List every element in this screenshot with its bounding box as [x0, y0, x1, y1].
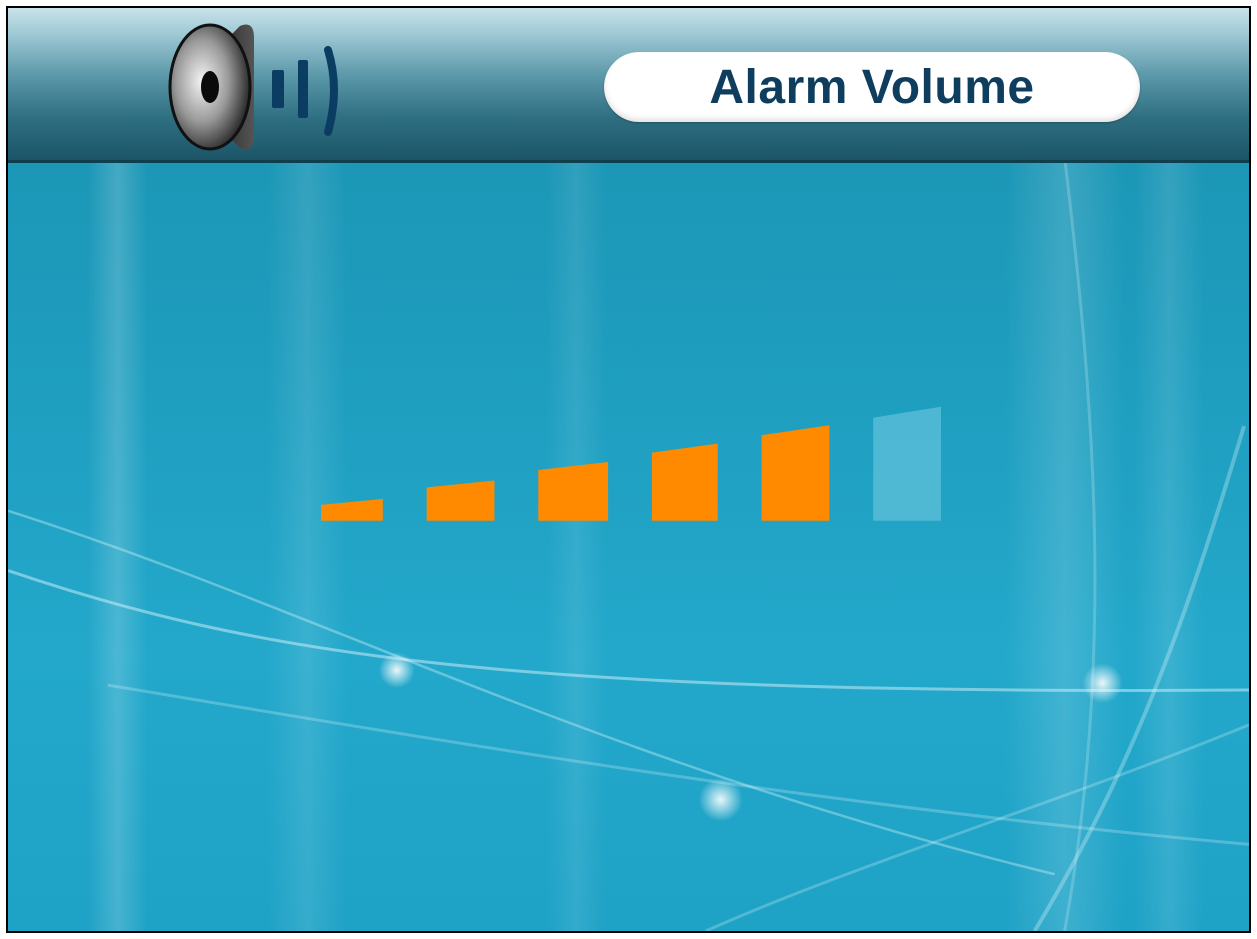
alarm-volume-screen: Alarm Volume [6, 6, 1251, 933]
title-pill: Alarm Volume [604, 52, 1140, 122]
header-bar: Alarm Volume [8, 8, 1249, 163]
speaker-volume-icon [158, 20, 358, 154]
page-title: Alarm Volume [709, 60, 1035, 114]
